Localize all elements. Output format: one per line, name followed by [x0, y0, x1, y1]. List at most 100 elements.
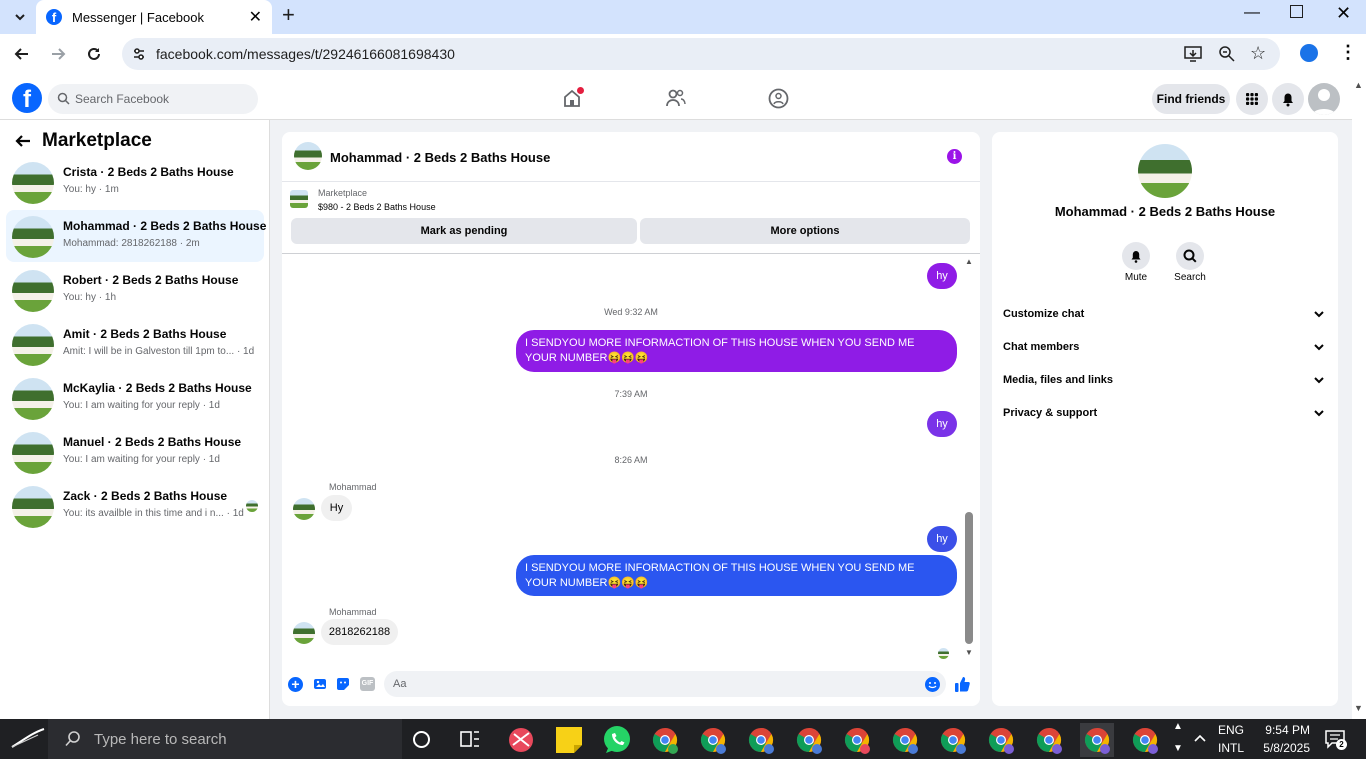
conversation-preview: You: hy · 1h: [63, 292, 117, 303]
whatsapp-icon[interactable]: [600, 723, 634, 757]
chat-header-avatar[interactable]: [294, 142, 322, 170]
chrome-taskbar-icon[interactable]: [1128, 723, 1162, 757]
conversation-item[interactable]: Zack · 2 Beds 2 Baths House You: its avai…: [6, 480, 264, 532]
mute-button[interactable]: [1122, 242, 1150, 270]
chrome-menu-icon[interactable]: ⋮: [1339, 42, 1357, 63]
outgoing-message[interactable]: I SENDYOU MORE INFORMACTION OF THIS HOUS…: [516, 330, 957, 372]
outgoing-message[interactable]: hy: [927, 526, 957, 552]
forward-icon[interactable]: [48, 44, 68, 64]
search-in-chat-button[interactable]: [1176, 242, 1204, 270]
attach-image-icon[interactable]: [313, 677, 327, 691]
listing-title[interactable]: $980 - 2 Beds 2 Baths House: [318, 202, 436, 212]
taskbar-scroll-up-icon[interactable]: ▲: [1173, 721, 1183, 732]
restore-icon[interactable]: [1290, 5, 1303, 18]
minimize-icon[interactable]: —: [1244, 4, 1260, 22]
home-icon[interactable]: [562, 87, 584, 108]
zoom-icon[interactable]: [1218, 45, 1236, 63]
page-scroll-down-icon[interactable]: ▼: [1354, 703, 1363, 713]
facebook-logo-icon[interactable]: f: [12, 83, 42, 113]
back-icon[interactable]: [12, 44, 32, 64]
details-section-toggle[interactable]: Chat members: [1003, 337, 1331, 357]
find-friends-button[interactable]: Find friends: [1152, 84, 1230, 114]
profile-icon[interactable]: [1300, 44, 1318, 62]
add-actions-icon[interactable]: +: [288, 677, 303, 692]
tab-close-icon[interactable]: ✕: [249, 7, 262, 27]
outgoing-message[interactable]: I SENDYOU MORE INFORMACTION OF THIS HOUS…: [516, 555, 957, 596]
sender-avatar[interactable]: [293, 622, 315, 644]
chrome-taskbar-icon[interactable]: [792, 723, 826, 757]
outgoing-message[interactable]: hy: [927, 263, 957, 289]
conversation-item[interactable]: Crista · 2 Beds 2 Baths House You: hy · 1…: [6, 156, 264, 208]
reload-icon[interactable]: [84, 44, 104, 64]
chrome-taskbar-icon[interactable]: [648, 723, 682, 757]
listing-thumbnail[interactable]: [290, 190, 308, 208]
message-input[interactable]: Aa: [384, 671, 946, 697]
chrome-taskbar-icon[interactable]: [984, 723, 1018, 757]
page-scrollbar[interactable]: ▲ ▼: [1352, 78, 1366, 719]
tab-search-chevron-icon[interactable]: [10, 7, 30, 27]
gif-icon[interactable]: GIF: [360, 677, 375, 691]
back-arrow-icon[interactable]: [14, 132, 32, 150]
details-section-toggle[interactable]: Media, files and links: [1003, 370, 1331, 390]
sticky-notes-icon[interactable]: [552, 723, 586, 757]
clock-time[interactable]: 9:54 PM: [1254, 723, 1310, 737]
account-avatar[interactable]: [1308, 83, 1340, 115]
install-app-icon[interactable]: [1184, 45, 1202, 63]
notifications-bell-icon[interactable]: [1272, 83, 1304, 115]
window-close-icon[interactable]: ✕: [1336, 3, 1351, 24]
emoji-icon[interactable]: [925, 677, 940, 692]
task-view-icon[interactable]: [459, 729, 481, 749]
conversation-avatar: [12, 270, 54, 312]
chat-title[interactable]: Mohammad · 2 Beds 2 Baths House: [330, 150, 550, 165]
conversation-item[interactable]: Robert · 2 Beds 2 Baths House You: hy · 1…: [6, 264, 264, 316]
conversation-item[interactable]: Mohammad · 2 Beds 2 Baths House Mohammad:…: [6, 210, 266, 262]
sender-avatar[interactable]: [293, 498, 315, 520]
conversation-item[interactable]: McKaylia · 2 Beds 2 Baths House You: I am…: [6, 372, 264, 424]
language-code[interactable]: ENG: [1218, 723, 1244, 737]
thumbs-up-icon[interactable]: [954, 676, 971, 693]
chrome-taskbar-icon[interactable]: [1032, 723, 1066, 757]
cortana-icon[interactable]: [413, 731, 430, 748]
scroll-up-icon[interactable]: ▲: [965, 257, 973, 266]
info-icon[interactable]: i: [947, 149, 962, 164]
chrome-taskbar-icon[interactable]: [840, 723, 874, 757]
chrome-taskbar-icon[interactable]: [696, 723, 730, 757]
address-bar[interactable]: facebook.com/messages/t/2924616608169843…: [122, 38, 1280, 70]
snipping-tool-icon[interactable]: [504, 723, 538, 757]
incoming-message[interactable]: Hy: [321, 495, 352, 521]
taskbar-scroll-down-icon[interactable]: ▼: [1173, 743, 1183, 754]
chrome-taskbar-icon[interactable]: [936, 723, 970, 757]
conversation-item[interactable]: Amit · 2 Beds 2 Baths House Amit: I will …: [6, 318, 264, 370]
scroll-down-icon[interactable]: ▼: [965, 648, 973, 657]
incoming-message[interactable]: 2818262188: [321, 619, 398, 645]
page-scroll-up-icon[interactable]: ▲: [1354, 80, 1363, 90]
chrome-taskbar-icon[interactable]: [888, 723, 922, 757]
start-icon[interactable]: [8, 725, 48, 753]
conversation-item[interactable]: Manuel · 2 Beds 2 Baths House You: I am w…: [6, 426, 264, 478]
seen-avatar: [938, 648, 949, 659]
friends-icon[interactable]: [665, 88, 687, 108]
groups-icon[interactable]: [768, 88, 789, 109]
mark-as-pending-button[interactable]: Mark as pending: [291, 218, 637, 244]
contact-avatar[interactable]: [1138, 144, 1192, 198]
clock-date[interactable]: 5/8/2025: [1254, 741, 1310, 755]
chrome-taskbar-icon[interactable]: [1080, 723, 1114, 757]
thread-scrollbar[interactable]: ▲ ▼: [964, 255, 974, 660]
show-hidden-icons-icon[interactable]: [1193, 731, 1207, 745]
bookmark-star-icon[interactable]: ☆: [1250, 43, 1266, 64]
chrome-taskbar-icon[interactable]: [744, 723, 778, 757]
new-tab-icon[interactable]: +: [282, 2, 295, 28]
outgoing-message[interactable]: hy: [927, 411, 957, 437]
details-section-toggle[interactable]: Privacy & support: [1003, 403, 1331, 423]
taskbar-search-box[interactable]: Type here to search: [48, 719, 402, 759]
facebook-search-input[interactable]: Search Facebook: [48, 84, 258, 114]
keyboard-layout[interactable]: INTL: [1218, 741, 1244, 755]
details-section-toggle[interactable]: Customize chat: [1003, 304, 1331, 324]
browser-tab[interactable]: f Messenger | Facebook ✕: [36, 0, 272, 34]
sticker-icon[interactable]: [336, 677, 350, 691]
scrollbar-thumb[interactable]: [965, 512, 973, 644]
site-info-icon[interactable]: [132, 47, 146, 61]
menu-grid-icon[interactable]: [1236, 83, 1268, 115]
more-options-button[interactable]: More options: [640, 218, 970, 244]
action-center-icon[interactable]: 2: [1324, 729, 1347, 750]
